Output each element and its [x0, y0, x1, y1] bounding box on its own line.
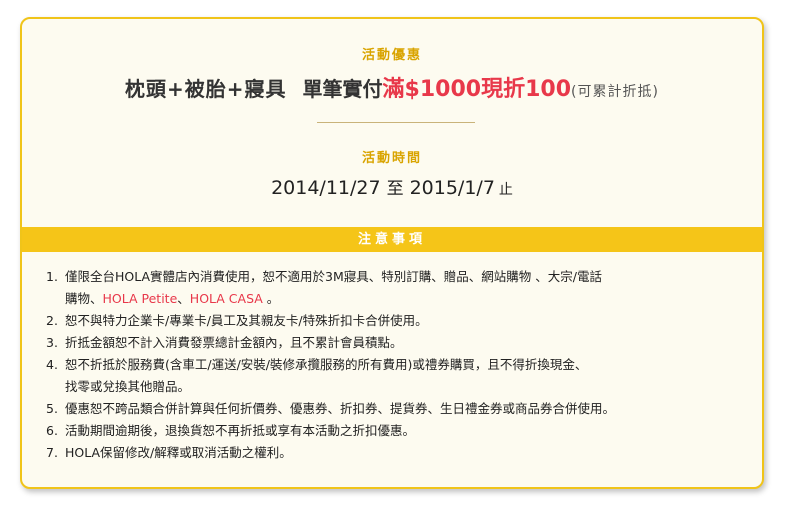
notice-item: 4. 恕不折抵於服務費(含車工/運送/安裝/裝修承攬服務的所有費用)或禮券購買，… [46, 354, 746, 398]
notice-item-text: 優惠恕不跨品類合併計算與任何折價券、優惠券、折扣券、提貨券、生日禮金券或商品券合… [65, 401, 616, 416]
promo-condition: 單筆實付 [302, 77, 383, 101]
notice-item-number: 2. [46, 313, 58, 328]
notice-item: 3. 折抵金額恕不計入消費發票總計金額內，且不累計會員積點。 [46, 332, 746, 354]
section-divider [317, 122, 475, 123]
notice-item-line2: 找零或兌換其他贈品。 [65, 379, 191, 394]
notice-item-line1: 恕不折抵於服務費(含車工/運送/安裝/裝修承攬服務的所有費用)或禮券購買，且不得… [65, 357, 588, 372]
notice-item: 1. 僅限全台HOLA實體店內消費使用，恕不適用於3M寢具、特別訂購、贈品、網站… [46, 266, 746, 310]
notice-item: 6. 活動期間逾期後，退換貨恕不再折抵或享有本活動之折扣優惠。 [46, 420, 746, 442]
notice-item-end: 。 [262, 291, 280, 306]
brand-hola-petite: HOLA Petite [102, 291, 178, 306]
promo-card: 活動優惠 枕頭+被胎+寢具 單筆實付滿$1000現折100(可累計折抵) 活動時間… [20, 17, 764, 489]
period-dates: 2014/11/27 至 2015/1/7 止 [22, 174, 762, 199]
period-start: 2014/11/27 [271, 177, 381, 199]
notice-item: 5. 優惠恕不跨品類合併計算與任何折價券、優惠券、折扣券、提貨券、生日禮金券或商… [46, 398, 746, 420]
promo-label: 活動優惠 [361, 48, 422, 63]
notice-item-text: 活動期間逾期後，退換貨恕不再折抵或享有本活動之折扣優惠。 [65, 423, 416, 438]
notice-item-number: 7. [46, 445, 58, 460]
notice-item-number: 6. [46, 423, 58, 438]
notice-list: 1. 僅限全台HOLA實體店內消費使用，恕不適用於3M寢具、特別訂購、贈品、網站… [46, 266, 746, 464]
promo-headline: 枕頭+被胎+寢具 單筆實付滿$1000現折100(可累計折抵) [22, 71, 762, 103]
promo-products: 枕頭+被胎+寢具 [125, 77, 287, 101]
notice-item-text: 購物、 [65, 291, 103, 306]
period-label: 活動時間 [361, 151, 422, 166]
promo-panel-wrapper: 活動優惠 枕頭+被胎+寢具 單筆實付滿$1000現折100(可累計折抵) 活動時間… [0, 0, 788, 511]
notice-title-bar: 注意事項 [22, 227, 762, 252]
notice-item-number: 4. [46, 357, 58, 372]
notice-item-line2: 購物、HOLA Petite、HOLA CASA 。 [65, 288, 746, 310]
period-end: 2015/1/7 [409, 177, 495, 199]
promo-note: (可累計折抵) [571, 84, 659, 100]
notice-item-number: 3. [46, 335, 58, 350]
notice-item-sep: 、 [177, 291, 190, 306]
notice-item-text: 恕不與特力企業卡/專業卡/員工及其親友卡/特殊折扣卡合併使用。 [65, 313, 428, 328]
period-stop: 止 [498, 182, 513, 198]
notice-item-number: 5. [46, 401, 58, 416]
period-to: 至 [386, 179, 404, 199]
notice-item-text: 折抵金額恕不計入消費發票總計金額內，且不累計會員積點。 [65, 335, 403, 350]
notice-item: 2. 恕不與特力企業卡/專業卡/員工及其親友卡/特殊折扣卡合併使用。 [46, 310, 746, 332]
brand-hola-casa: HOLA CASA [189, 291, 263, 306]
notice-item: 7. HOLA保留修改/解釋或取消活動之權利。 [46, 442, 746, 464]
notice-item-line1: 僅限全台HOLA實體店內消費使用，恕不適用於3M寢具、特別訂購、贈品、網站購物 … [65, 269, 602, 284]
notice-item-number: 1. [46, 269, 58, 284]
notice-item-text: HOLA保留修改/解釋或取消活動之權利。 [65, 445, 292, 460]
promo-discount: 滿$1000現折100 [382, 77, 572, 102]
